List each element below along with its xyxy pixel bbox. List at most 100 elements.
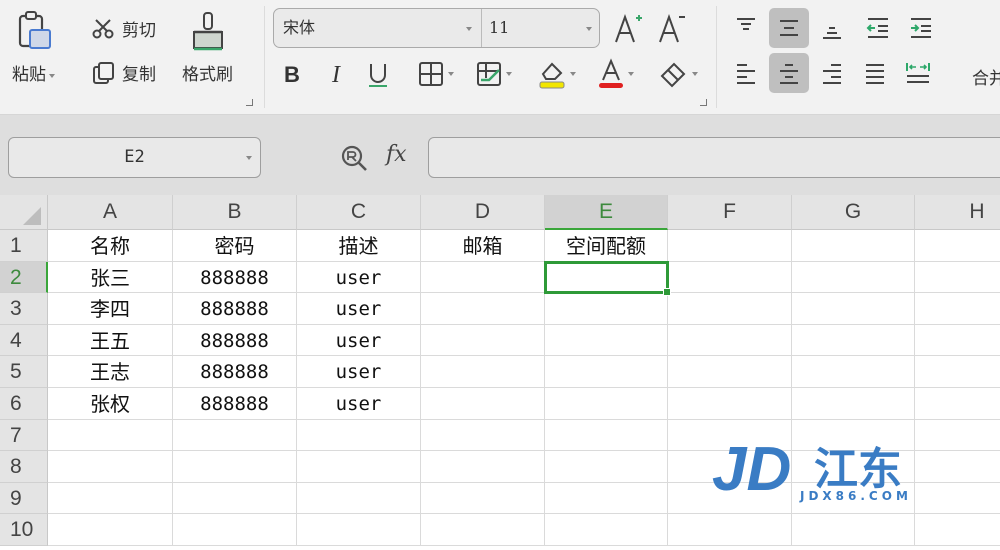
borders-button[interactable] xyxy=(410,58,460,90)
cell-d2[interactable] xyxy=(421,261,545,294)
cell-c1[interactable]: 描述 xyxy=(297,230,421,262)
align-left-button[interactable] xyxy=(726,53,766,93)
cell-g6[interactable] xyxy=(792,388,915,420)
row-header-5[interactable]: 5 xyxy=(0,356,48,388)
cell-d3[interactable] xyxy=(421,293,545,325)
cell-c4[interactable]: user xyxy=(297,324,421,357)
merge-cells-button[interactable]: 合并 xyxy=(972,64,1000,89)
cell-a1[interactable]: 名称 xyxy=(48,230,173,262)
cell-c8[interactable] xyxy=(297,451,421,483)
paste-dropdown-icon[interactable] xyxy=(49,73,55,78)
zoom-search-button[interactable] xyxy=(340,144,370,178)
font-name-dropdown[interactable]: 宋体 xyxy=(274,9,482,47)
formula-input[interactable] xyxy=(428,137,1000,178)
cell-b9[interactable] xyxy=(173,482,297,515)
decrease-font-size-button[interactable] xyxy=(656,10,688,46)
cell-e3[interactable] xyxy=(545,293,668,325)
cell-a9[interactable] xyxy=(48,482,173,515)
cell-e8[interactable] xyxy=(545,451,668,483)
align-middle-button[interactable] xyxy=(769,8,809,48)
cell-g1[interactable] xyxy=(792,230,915,262)
cell-c6[interactable]: user xyxy=(297,388,421,420)
cell-h1[interactable] xyxy=(915,230,1000,262)
cell-b10[interactable] xyxy=(173,514,297,546)
cell-f3[interactable] xyxy=(668,293,792,325)
bold-button[interactable]: B xyxy=(278,60,306,90)
cell-c5[interactable]: user xyxy=(297,356,421,388)
column-header-d[interactable]: D xyxy=(421,195,545,230)
cell-g2[interactable] xyxy=(792,261,915,294)
column-header-b[interactable]: B xyxy=(173,195,297,230)
cell-d10[interactable] xyxy=(421,514,545,546)
cell-d7[interactable] xyxy=(421,419,545,452)
cell-f5[interactable] xyxy=(668,356,792,388)
cell-e2[interactable] xyxy=(545,261,668,294)
cell-e5[interactable] xyxy=(545,356,668,388)
copy-button[interactable]: 复制 xyxy=(92,60,156,85)
cell-a7[interactable] xyxy=(48,419,173,452)
cell-c9[interactable] xyxy=(297,482,421,515)
column-header-a[interactable]: A xyxy=(48,195,173,230)
cell-d1[interactable]: 邮箱 xyxy=(421,230,545,262)
cell-b2[interactable]: 888888 xyxy=(173,261,297,294)
cell-c3[interactable]: user xyxy=(297,293,421,325)
cell-b8[interactable] xyxy=(173,451,297,483)
row-header-7[interactable]: 7 xyxy=(0,419,48,452)
cell-a2[interactable]: 张三 xyxy=(48,261,173,294)
cell-h3[interactable] xyxy=(915,293,1000,325)
align-center-button[interactable] xyxy=(769,53,809,93)
row-header-10[interactable]: 10 xyxy=(0,514,48,546)
cell-b1[interactable]: 密码 xyxy=(173,230,297,262)
increase-font-size-button[interactable] xyxy=(612,10,644,46)
row-header-4[interactable]: 4 xyxy=(0,324,48,357)
cell-d4[interactable] xyxy=(421,324,545,357)
cell-h2[interactable] xyxy=(915,262,1000,294)
align-bottom-button[interactable] xyxy=(812,8,852,48)
underline-button[interactable] xyxy=(364,58,392,92)
cell-c2[interactable]: user xyxy=(297,261,421,294)
cell-e6[interactable] xyxy=(545,388,668,420)
cell-f4[interactable] xyxy=(668,324,792,357)
cell-e9[interactable] xyxy=(545,482,668,515)
cell-a10[interactable] xyxy=(48,514,173,546)
conditional-format-button[interactable] xyxy=(468,58,518,90)
cell-b5[interactable]: 888888 xyxy=(173,356,297,388)
italic-button[interactable]: I xyxy=(322,60,350,90)
font-size-dropdown[interactable]: 11 xyxy=(482,9,601,47)
cell-a6[interactable]: 张权 xyxy=(48,388,173,420)
clipboard-launcher-icon[interactable] xyxy=(246,99,253,106)
align-top-button[interactable] xyxy=(726,8,766,48)
clear-format-button[interactable] xyxy=(652,58,704,90)
cell-f1[interactable] xyxy=(668,230,792,262)
cell-e4[interactable] xyxy=(545,324,668,357)
column-header-e[interactable]: E xyxy=(545,195,668,230)
cell-e10[interactable] xyxy=(545,514,668,546)
cell-a3[interactable]: 李四 xyxy=(48,293,173,325)
cell-c10[interactable] xyxy=(297,514,421,546)
cell-f2[interactable] xyxy=(668,261,792,294)
cell-g3[interactable] xyxy=(792,293,915,325)
cell-a4[interactable]: 王五 xyxy=(48,324,173,357)
increase-indent-button[interactable] xyxy=(901,8,941,48)
fill-handle[interactable] xyxy=(663,288,671,297)
cell-h6[interactable] xyxy=(915,388,1000,420)
row-header-1[interactable]: 1 xyxy=(0,230,48,262)
insert-function-button[interactable]: fx xyxy=(386,142,407,167)
cell-f6[interactable] xyxy=(668,388,792,420)
cell-a8[interactable] xyxy=(48,451,173,483)
format-painter-button[interactable]: 格式刷 xyxy=(182,10,233,85)
font-color-button[interactable] xyxy=(590,56,640,92)
cell-d8[interactable] xyxy=(421,451,545,483)
cell-g4[interactable] xyxy=(792,324,915,357)
cell-c7[interactable] xyxy=(297,419,421,452)
cell-b3[interactable]: 888888 xyxy=(173,293,297,325)
distributed-align-button[interactable] xyxy=(898,53,938,93)
column-header-g[interactable]: G xyxy=(792,195,915,230)
cell-d5[interactable] xyxy=(421,356,545,388)
cell-b6[interactable]: 888888 xyxy=(173,388,297,420)
cell-g5[interactable] xyxy=(792,356,915,388)
cut-button[interactable]: 剪切 xyxy=(92,16,156,41)
cell-g10[interactable] xyxy=(792,514,915,546)
cell-d9[interactable] xyxy=(421,482,545,515)
cell-h4[interactable] xyxy=(915,325,1000,357)
